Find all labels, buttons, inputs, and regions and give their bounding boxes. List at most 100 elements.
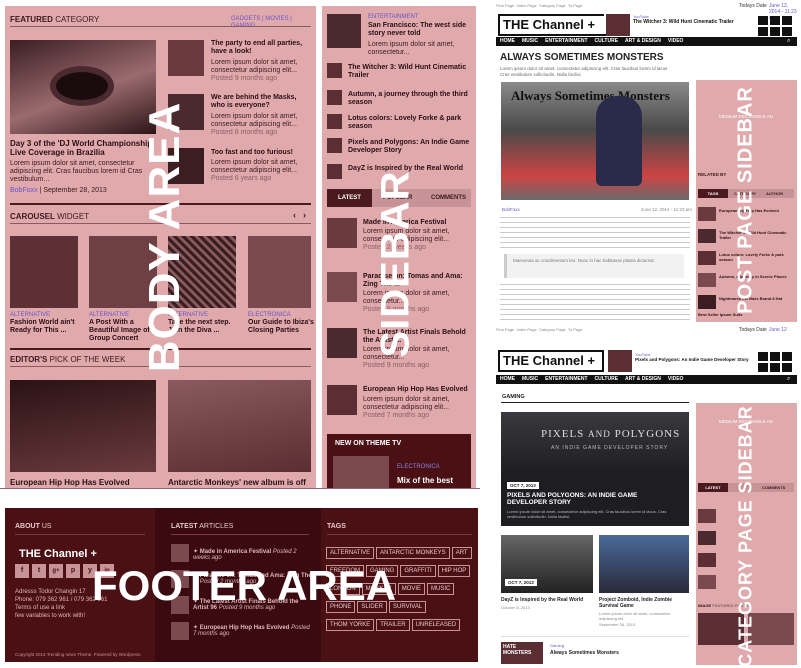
tag-art[interactable]: ART xyxy=(451,547,472,559)
cat-grid-image-2[interactable] xyxy=(599,535,689,593)
google-plus-icon[interactable]: g+ xyxy=(49,564,63,578)
facebook-icon[interactable] xyxy=(758,16,768,25)
tag-music[interactable]: MUSIC xyxy=(427,583,455,595)
carousel-image-4[interactable] xyxy=(248,236,311,308)
sidebar-list-thumb-5[interactable] xyxy=(327,164,342,179)
cat-promo-title[interactable]: Pixels and Polygons: An Indie Game Devel… xyxy=(635,357,749,362)
post-side-thumb-4[interactable] xyxy=(698,273,716,287)
featured-main-image[interactable] xyxy=(10,40,156,134)
pinterest-icon[interactable] xyxy=(758,363,768,372)
nav-music[interactable]: MUSIC xyxy=(522,37,538,46)
featured-side-title-3[interactable]: Too fast and too furious! xyxy=(211,149,311,157)
tag-antarctic-monkeys[interactable]: ANTARCTIC MONKEYS xyxy=(376,547,450,559)
featured-side-title-2[interactable]: We are behind the Masks, who is everyone… xyxy=(211,94,311,110)
cat-topnav-link-2[interactable]: Index Page xyxy=(516,327,536,332)
post-topnav-link-4[interactable]: To Page xyxy=(568,3,583,8)
tab-comments[interactable]: COMMENTS xyxy=(762,485,785,490)
tag-movie[interactable]: MOVIE xyxy=(397,583,426,595)
nav-home[interactable]: HOME xyxy=(500,375,515,384)
editors-title-2[interactable]: Antarctic Monkeys' new album is off xyxy=(168,478,306,487)
nav-art-design[interactable]: ART & DESIGN xyxy=(625,375,661,384)
cat-promo-thumb[interactable] xyxy=(608,350,632,372)
search-icon[interactable]: ⌕ xyxy=(787,376,790,383)
sidebar-list-item-4[interactable]: Pixels and Polygons: An Indie Game Devel… xyxy=(348,139,472,155)
cat-grid-image-1[interactable]: OCT 7, 2013 xyxy=(501,535,593,593)
nav-home[interactable]: HOME xyxy=(500,37,515,46)
sidebar-list-thumb-4[interactable] xyxy=(327,138,342,153)
tag-unreleased[interactable]: UNRELEASED xyxy=(411,619,461,631)
cat-logo[interactable]: THE Channel + xyxy=(498,350,604,372)
sidebar-list-item-1[interactable]: The Witcher 3: Wild Hunt Cinematic Trail… xyxy=(348,64,472,80)
cat-list-thumb[interactable]: HATE MONSTERS xyxy=(501,642,543,664)
linkedin-icon[interactable] xyxy=(782,363,792,372)
sidebar-list-item-3[interactable]: Lotus colors: Lovely Forke & park season xyxy=(348,115,472,131)
google-plus-icon[interactable] xyxy=(782,16,792,25)
post-topnav-link-1[interactable]: First Page xyxy=(496,3,514,8)
sidebar-post-thumb-3[interactable] xyxy=(327,328,357,358)
facebook-icon[interactable] xyxy=(758,352,768,361)
post-feature-image[interactable]: Always Sometimes Monsters xyxy=(501,82,689,200)
pinterest-icon[interactable]: p xyxy=(66,564,80,578)
post-side-thumb-3[interactable] xyxy=(698,251,716,265)
featured-side-title-1[interactable]: The party to end all parties, have a loo… xyxy=(211,40,311,56)
twitter-icon[interactable]: t xyxy=(32,564,46,578)
youtube-icon[interactable] xyxy=(770,27,780,36)
search-icon[interactable]: ⌕ xyxy=(787,38,790,45)
cat-list-cat[interactable]: Gaming xyxy=(550,643,564,648)
sidebar-top-thumb[interactable] xyxy=(327,14,361,48)
post-side-thumb-1[interactable] xyxy=(698,207,716,221)
youtube-icon[interactable] xyxy=(770,363,780,372)
footer-logo[interactable]: THE Channel + xyxy=(19,548,97,560)
nav-entertainment[interactable]: ENTERTAINMENT xyxy=(545,37,587,46)
footer-latest-thumb-4[interactable] xyxy=(171,622,189,640)
cat-hero[interactable]: PIXELS AND POLYGONS AN INDIE GAME DEVELO… xyxy=(501,412,689,526)
cat-hero-title[interactable]: PIXELS AND POLYGONS: AN INDIE GAME DEVEL… xyxy=(507,492,667,507)
carousel-prev-icon[interactable]: ‹ xyxy=(293,210,296,220)
pinterest-icon[interactable] xyxy=(758,27,768,36)
tab-comments[interactable]: COMMENTS xyxy=(431,195,466,202)
cat-side-thumb-4[interactable] xyxy=(698,575,716,589)
carousel-title-1[interactable]: Fashion World ain't Ready for This ... xyxy=(10,319,82,335)
editors-title-1[interactable]: European Hip Hop Has Evolved xyxy=(10,478,130,487)
post-topnav-link-3[interactable]: Category Page xyxy=(539,3,566,8)
sidebar-top-cat[interactable]: ENTERTAINMENT xyxy=(368,14,418,21)
featured-tabs[interactable]: GADGETS | MOVIES | GAMING xyxy=(231,16,316,30)
sidebar-post-thumb-4[interactable] xyxy=(327,385,357,415)
theme-tv-cat[interactable]: ELECTRONICA xyxy=(397,464,440,470)
editors-image-1[interactable] xyxy=(10,380,156,472)
google-plus-icon[interactable] xyxy=(782,352,792,361)
footer-latest-thumb-1[interactable] xyxy=(171,544,189,562)
theme-tv-thumb[interactable] xyxy=(333,456,389,488)
cat-list-title[interactable]: Always Sometimes Monsters xyxy=(550,650,619,656)
cat-topnav-link-1[interactable]: First Page xyxy=(496,327,514,332)
featured-main-title[interactable]: Day 3 of the 'DJ World Championship' Liv… xyxy=(10,139,160,157)
featured-side-thumb-1[interactable] xyxy=(168,40,204,76)
tab-tags[interactable]: TAGS xyxy=(698,189,728,198)
post-promo-title[interactable]: The Witcher 3: Wild Hunt Cinematic Trail… xyxy=(633,19,734,25)
post-author[interactable]: BobFoxx xyxy=(502,207,520,212)
sidebar-list-thumb-2[interactable] xyxy=(327,90,342,105)
cat-topnav-link-3[interactable]: Category Page xyxy=(539,327,566,332)
nav-music[interactable]: MUSIC xyxy=(522,375,538,384)
tag-alternative[interactable]: ALTERNATIVE xyxy=(326,547,375,559)
nav-culture[interactable]: CULTURE xyxy=(595,37,619,46)
carousel-title-4[interactable]: Our Guide to Ibiza's Closing Parties xyxy=(248,319,314,335)
footer-latest-item-4[interactable]: ✦ European Hip Hop Has Evolved Posted 7 … xyxy=(193,624,313,637)
carousel-image-1[interactable] xyxy=(10,236,78,308)
cat-side-thumb-3[interactable] xyxy=(698,553,716,567)
tab-gadgets[interactable]: GADGETS xyxy=(231,16,260,22)
sidebar-list-item-2[interactable]: Autumn, a journey through the third seas… xyxy=(348,91,472,107)
editors-image-2[interactable] xyxy=(168,380,311,472)
nav-video[interactable]: VIDEO xyxy=(668,37,684,46)
tab-movies[interactable]: MOVIES xyxy=(265,16,288,22)
tab-latest[interactable]: LATEST xyxy=(327,189,372,207)
twitter-icon[interactable] xyxy=(770,352,780,361)
tag-graffiti[interactable]: GRAFFITI xyxy=(400,565,436,577)
nav-video[interactable]: VIDEO xyxy=(668,375,684,384)
footer-latest-item-1[interactable]: ✦ Made in America Festival Posted 2 week… xyxy=(193,548,313,561)
twitter-icon[interactable] xyxy=(770,16,780,25)
cat-side-thumb-1[interactable] xyxy=(698,509,716,523)
cat-grid-title-1[interactable]: DayZ is Inspired by the Real World xyxy=(501,597,593,603)
post-promo-thumb[interactable] xyxy=(606,14,630,36)
cat-side-thumb-2[interactable] xyxy=(698,531,716,545)
